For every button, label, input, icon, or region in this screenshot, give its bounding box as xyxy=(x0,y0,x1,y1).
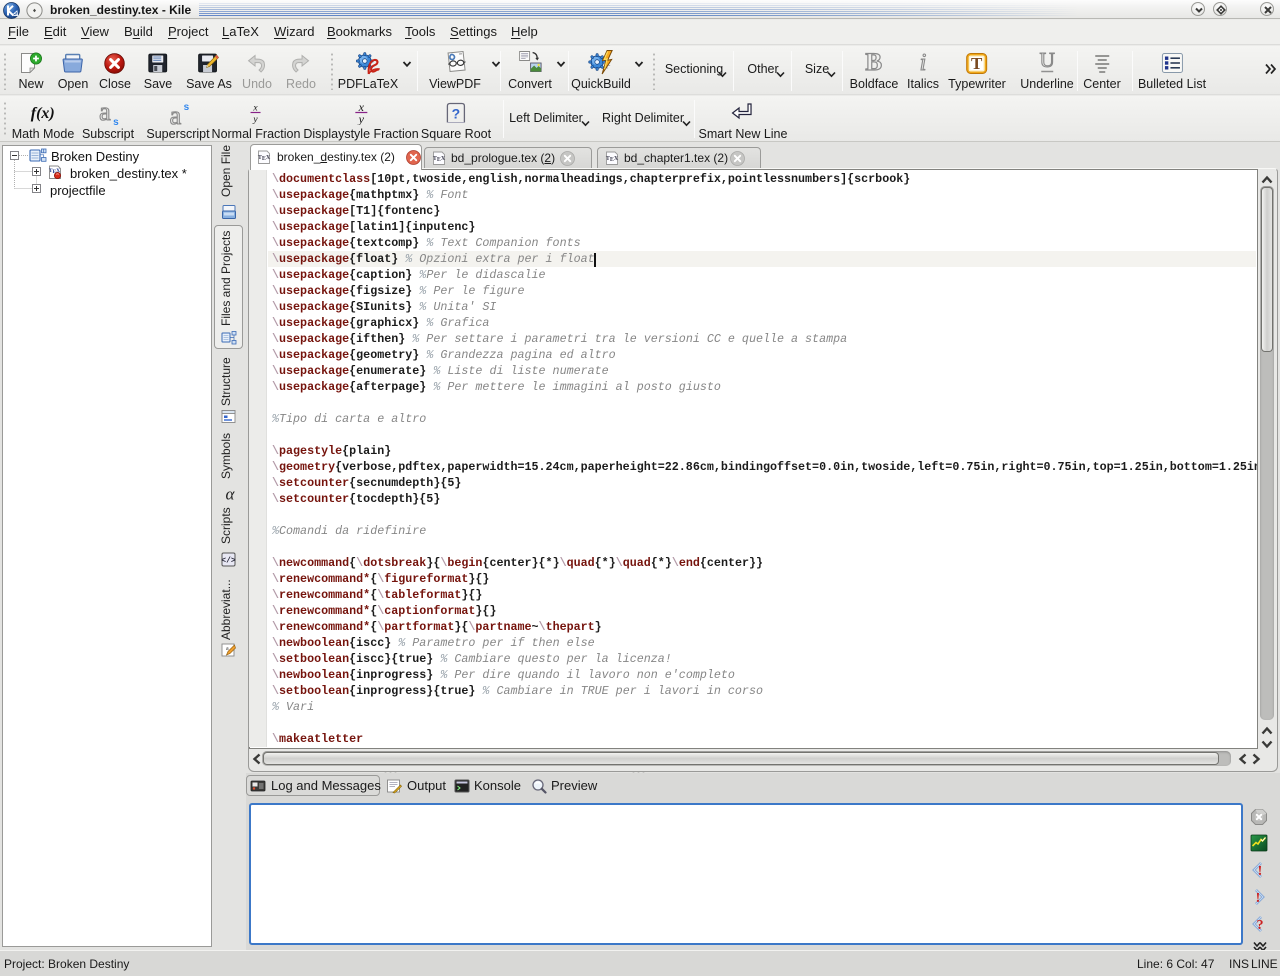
svg-text:!: ! xyxy=(1256,891,1261,906)
svg-text:s: s xyxy=(183,102,189,113)
svg-text:i: i xyxy=(920,51,927,75)
svg-text:a: a xyxy=(169,101,181,126)
svg-text:</>: </> xyxy=(221,557,236,566)
svg-text:B: B xyxy=(865,51,882,75)
svg-text:?: ? xyxy=(1257,918,1264,933)
svg-text:a: a xyxy=(99,100,111,126)
svg-text:y: y xyxy=(253,115,259,124)
svg-text:y: y xyxy=(357,112,364,125)
svg-text:?: ? xyxy=(452,106,461,122)
svg-text:!: ! xyxy=(1258,864,1263,879)
svg-text:T: T xyxy=(971,54,983,73)
svg-text:α: α xyxy=(226,486,236,502)
svg-text:f(x): f(x) xyxy=(31,105,55,122)
svg-text:s: s xyxy=(113,117,119,126)
svg-text:U: U xyxy=(1039,51,1054,72)
